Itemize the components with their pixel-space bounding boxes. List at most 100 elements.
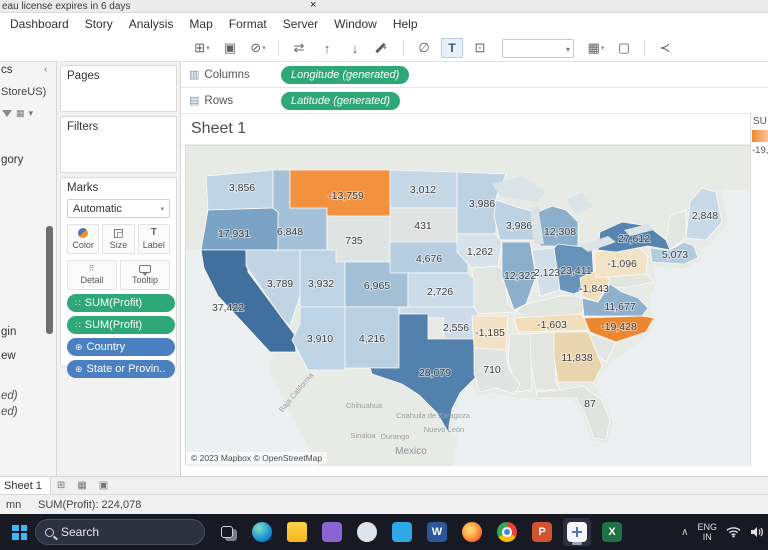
share-icon[interactable]: ≺ — [654, 38, 676, 58]
data-source-name-fragment[interactable]: StoreUS) — [1, 86, 46, 98]
presentation-mode-icon[interactable]: ▢ — [613, 38, 635, 58]
wifi-icon[interactable] — [726, 526, 741, 538]
group-members-icon[interactable]: ∅ — [413, 38, 435, 58]
taskbar-app-vscode-icon[interactable] — [388, 518, 416, 546]
taskbar-app-file-explorer-icon[interactable] — [283, 518, 311, 546]
menu-item-format[interactable]: Format — [221, 14, 275, 34]
taskbar-app-app-purple-icon[interactable] — [318, 518, 346, 546]
state-ok-value-label: 2,556 — [443, 322, 469, 334]
sheet-title-text: Sheet 1 — [191, 120, 247, 137]
sort-descending-icon[interactable]: ↓ — [344, 38, 366, 58]
map-view[interactable]: 3,856 17,931 37,422 3,789 6,848 -13,759 735 3,9… — [185, 145, 751, 466]
menu-item-window[interactable]: Window — [326, 14, 385, 34]
new-dashboard-tab-icon[interactable]: ▦ — [77, 480, 86, 491]
data-pane: cs ‹ StoreUS) ▦ ▾ gory gin ew ed) ed) — [0, 62, 57, 476]
show-cards-icon[interactable]: ▦ ▾ — [585, 38, 607, 58]
taskbar-app-edge-icon[interactable] — [248, 518, 276, 546]
taskbar-search[interactable]: Search — [35, 519, 205, 545]
swap-axes-icon[interactable]: ⇄ — [288, 38, 310, 58]
data-pane-scrollbar[interactable] — [46, 226, 53, 334]
columns-shelf[interactable]: ▥ Columns Longitude (generated) — [181, 62, 768, 88]
duplicate-icon[interactable]: ▣ — [219, 38, 241, 58]
taskbar-app-tableau-icon[interactable] — [563, 518, 591, 546]
fix-axes-icon[interactable]: ⊡ — [469, 38, 491, 58]
data-pane-tab-fragment[interactable]: cs — [1, 64, 13, 76]
new-story-tab-icon[interactable]: ▣ — [99, 480, 108, 491]
label-button[interactable]: T Label — [137, 224, 170, 254]
menu-item-dashboard[interactable]: Dashboard — [2, 14, 77, 34]
filter-icon[interactable] — [2, 110, 12, 117]
tab-sheet1[interactable]: Sheet 1 — [0, 476, 51, 495]
rows-shelf-text: Rows — [204, 94, 234, 107]
data-field-fragment[interactable]: gory — [1, 154, 23, 166]
taskbar-app-excel-icon[interactable]: X — [598, 518, 626, 546]
color-legend[interactable]: SU -19,4 — [750, 112, 768, 466]
state-co-value-label: 6,965 — [364, 280, 390, 292]
menu-item-story[interactable]: Story — [77, 14, 121, 34]
taskbar-app-task-view-icon[interactable] — [213, 518, 241, 546]
legend-min-fragment: -19,4 — [752, 145, 768, 156]
taskbar-app-powerpoint-icon[interactable]: P — [528, 518, 556, 546]
menu-item-analysis[interactable]: Analysis — [121, 14, 182, 34]
state-az-value-label: 3,910 — [307, 333, 333, 345]
mark-type-dropdown[interactable]: Automatic ▾ — [67, 199, 170, 218]
marks-pill-state-or-provin-[interactable]: ⊕ State or Provin.. — [67, 360, 175, 378]
taskbar-app-chrome-icon[interactable] — [493, 518, 521, 546]
marks-pill-sum-profit-[interactable]: ∷ SUM(Profit) — [67, 316, 175, 334]
new-worksheet-tab-icon[interactable]: ⊞ — [57, 480, 65, 491]
menu-item-help[interactable]: Help — [385, 14, 426, 34]
size-button[interactable]: Size — [102, 224, 135, 254]
taskbar-app-word-icon[interactable]: W — [423, 518, 451, 546]
chevron-down-icon[interactable]: ▾ — [29, 108, 34, 119]
trial-banner-text: eau license expires in 6 days — [2, 1, 131, 12]
marks-pill-sum-profit-[interactable]: ∷ SUM(Profit) — [67, 294, 175, 312]
taskbar-app-firefox-icon[interactable] — [458, 518, 486, 546]
fit-dropdown[interactable]: ▾ — [502, 38, 574, 58]
pages-shelf-label: Pages — [67, 70, 100, 82]
show-mark-labels-icon[interactable]: T — [441, 38, 463, 58]
start-button[interactable] — [12, 524, 27, 540]
taskbar-app-app-light-icon[interactable] — [353, 518, 381, 546]
data-field-fragment[interactable]: gin — [1, 326, 16, 338]
tray-chevron-icon[interactable]: ∧ — [681, 527, 688, 538]
tooltip-button[interactable]: Tooltip — [120, 260, 170, 290]
view-grid-icon[interactable]: ▦ — [16, 108, 25, 119]
language-indicator[interactable]: ENG IN — [697, 522, 717, 542]
legend-gradient — [752, 130, 768, 142]
rows-pill[interactable]: Latitude (generated) — [281, 91, 401, 110]
size-button-label: Size — [109, 239, 128, 250]
close-icon[interactable]: × — [310, 0, 316, 11]
status-fragment: mn — [6, 499, 22, 511]
tooltip-icon — [139, 265, 151, 276]
state-ne-value-label: 4,676 — [416, 253, 442, 265]
rows-shelf[interactable]: ▤ Rows Latitude (generated) — [181, 88, 768, 114]
data-field-fragment[interactable]: ed) — [1, 406, 18, 418]
main-content: cs ‹ StoreUS) ▦ ▾ gory gin ew ed) ed) Pages … — [0, 62, 768, 476]
map-attribution[interactable]: © 2023 Mapbox © OpenStreetMap — [186, 452, 328, 464]
menu-item-map[interactable]: Map — [181, 14, 220, 34]
system-tray: ∧ ENG IN — [681, 514, 764, 550]
state-ga-value-label: 11,838 — [561, 352, 592, 364]
sort-ascending-icon[interactable]: ↑ — [316, 38, 338, 58]
menu-bar: Dashboard Story Analysis Map Format Server Win… — [0, 13, 768, 35]
detail-button[interactable]: ⠿ Detail — [67, 260, 117, 290]
data-field-fragment[interactable]: ed) — [1, 390, 18, 402]
state-wi-value-label: 3,986 — [506, 220, 532, 232]
clear-sheet-icon[interactable]: ⊘ ▾ — [247, 38, 269, 58]
us-profit-map[interactable]: 3,856 17,931 37,422 3,789 6,848 -13,759 735 3,9… — [186, 146, 751, 466]
new-worksheet-icon[interactable]: ⊞ ▾ — [191, 38, 213, 58]
highlight-icon[interactable]: ▾ — [372, 38, 394, 58]
toolbar-separator — [644, 40, 645, 56]
color-button[interactable]: Color — [67, 224, 100, 254]
columns-pill[interactable]: Longitude (generated) — [281, 65, 410, 84]
collapse-pane-icon[interactable]: ‹ — [44, 64, 47, 75]
menu-item-server[interactable]: Server — [275, 14, 326, 34]
pages-shelf[interactable]: Pages — [60, 65, 177, 112]
marks-pill-country[interactable]: ⊕ Country — [67, 338, 175, 356]
filters-shelf[interactable]: Filters — [60, 116, 177, 173]
volume-icon[interactable] — [750, 526, 764, 538]
data-field-fragment[interactable]: ew — [1, 350, 16, 362]
file-explorer-icon — [287, 522, 307, 542]
filters-shelf-label: Filters — [67, 121, 99, 133]
state-in-value-label: 2,123 — [534, 267, 560, 279]
